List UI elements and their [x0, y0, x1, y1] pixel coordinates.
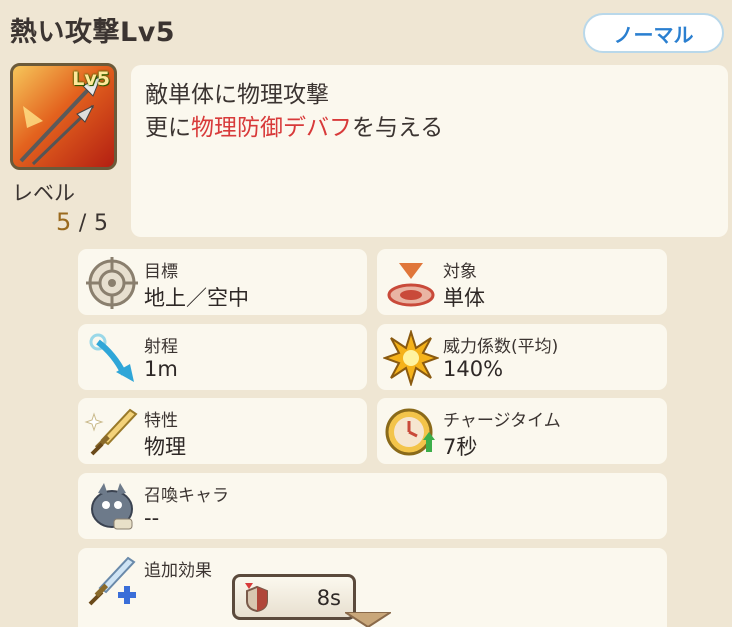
summon-label: 召喚キャラ [144, 486, 229, 506]
clock-icon [385, 408, 435, 456]
range-arrow-icon [89, 333, 134, 382]
single-target-icon [387, 263, 435, 307]
power-label: 威力係数(平均) [443, 337, 559, 357]
defense-down-icon [245, 583, 268, 613]
level-value: 5 / 5 [56, 208, 108, 236]
stat-trait: 特性 物理 [78, 398, 367, 464]
summon-character-icon [91, 483, 133, 530]
power-value: 140% [443, 357, 504, 381]
sword-icon [84, 408, 138, 456]
description-suffix: を与える [352, 115, 444, 141]
level-label: レベル [12, 181, 75, 205]
range-value: 1m [144, 357, 178, 381]
crosshair-icon [86, 257, 138, 309]
stat-range: 射程 1m [78, 324, 367, 390]
target-value: 地上／空中 [144, 286, 249, 310]
level-max: 5 [93, 211, 108, 236]
chevron-down-icon[interactable] [345, 612, 391, 627]
level-current: 5 [56, 208, 72, 236]
trait-value: 物理 [144, 435, 186, 459]
effect-duration: 8s [316, 586, 341, 610]
stat-object: 対象 単体 [377, 249, 667, 315]
rarity-badge-button[interactable]: ノーマル [583, 13, 724, 53]
stat-target: 目標 地上／空中 [78, 249, 367, 315]
object-label: 対象 [443, 262, 477, 282]
description-line-1: 敵単体に物理攻撃 [145, 82, 329, 108]
range-label: 射程 [144, 337, 178, 357]
skill-description: 敵単体に物理攻撃 更に物理防御デバフを与える [131, 65, 728, 237]
object-value: 単体 [443, 286, 485, 310]
sword-plus-icon [88, 556, 136, 606]
summon-value: -- [144, 506, 160, 530]
explosion-icon [383, 330, 439, 386]
stat-summon: 召喚キャラ -- [78, 473, 667, 539]
charge-label: チャージタイム [443, 411, 561, 431]
effect-duration-chip[interactable]: 8s [232, 574, 356, 620]
charge-value: 7秒 [443, 435, 478, 459]
description-line-2: 更に物理防御デバフを与える [145, 112, 714, 145]
level-separator: / [78, 211, 87, 236]
trait-label: 特性 [144, 411, 178, 431]
skill-icon: Lv5 [10, 63, 117, 170]
target-label: 目標 [144, 262, 178, 282]
description-highlight: 物理防御デバフ [191, 115, 352, 141]
skill-title: 熱い攻撃Lv5 [10, 17, 176, 48]
stat-charge: チャージタイム 7秒 [377, 398, 667, 464]
skill-level-tag: Lv5 [72, 68, 110, 90]
stat-power: 威力係数(平均) 140% [377, 324, 667, 390]
extra-effect-label: 追加効果 [144, 561, 212, 581]
description-prefix: 更に [145, 115, 191, 141]
